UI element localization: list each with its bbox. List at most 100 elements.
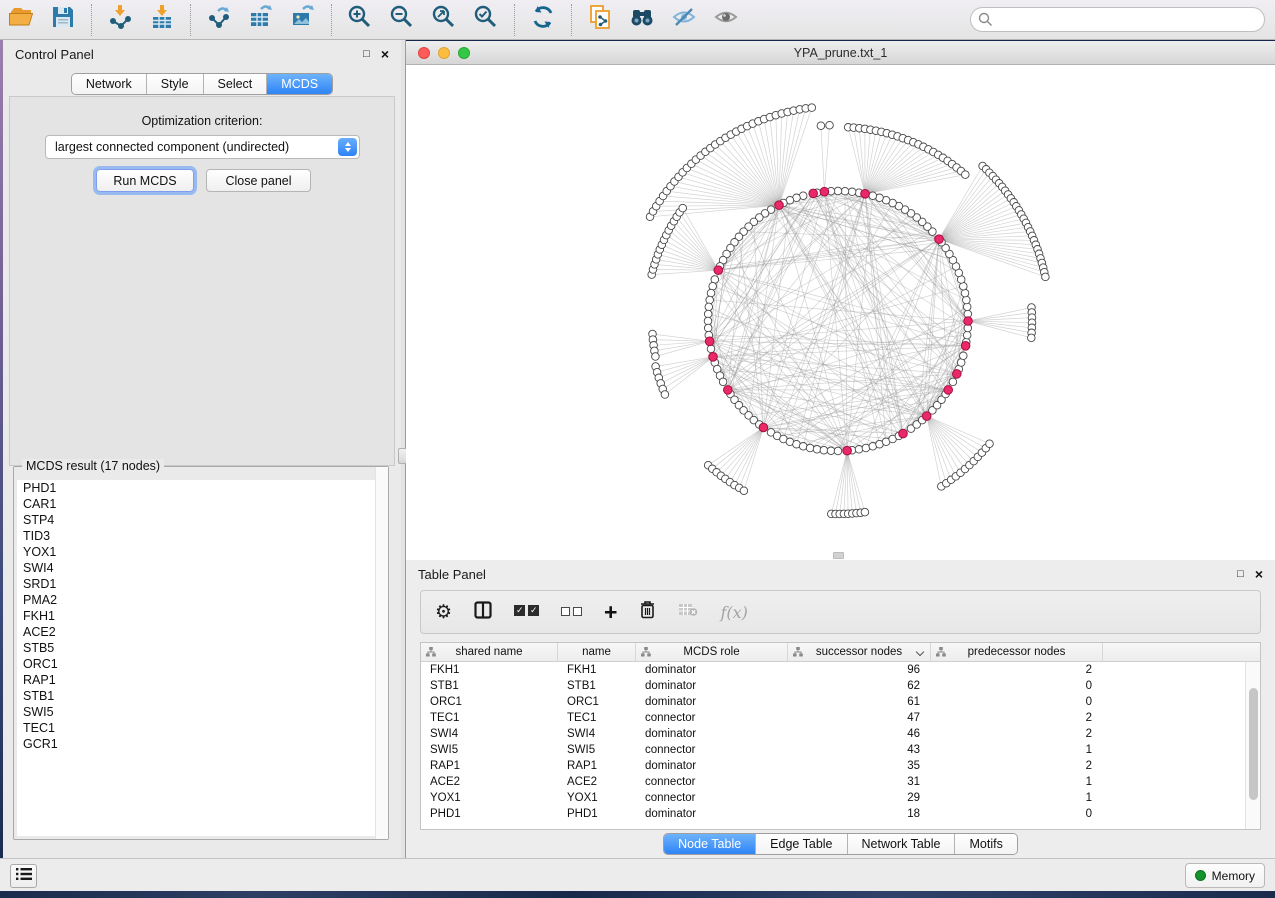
cell-mcds-role[interactable]: dominator <box>636 696 788 708</box>
cell-mcds-role[interactable]: connector <box>636 712 788 724</box>
cell-predecessor-nodes[interactable]: 2 <box>931 728 1103 740</box>
mcds-result-node[interactable]: GCR1 <box>17 736 385 752</box>
cell-successor-nodes[interactable]: 61 <box>788 696 931 708</box>
canvas-splitter-handle[interactable] <box>833 552 844 559</box>
column-header-name[interactable]: name <box>558 643 636 661</box>
cell-mcds-role[interactable]: dominator <box>636 728 788 740</box>
cell-name[interactable]: ACE2 <box>558 776 636 788</box>
mcds-result-node[interactable]: STP4 <box>17 512 385 528</box>
table-panel-tab[interactable]: Edge Table <box>755 834 846 854</box>
mcds-result-node[interactable]: TID3 <box>17 528 385 544</box>
cell-successor-nodes[interactable]: 47 <box>788 712 931 724</box>
cell-successor-nodes[interactable]: 62 <box>788 680 931 692</box>
cell-mcds-role[interactable]: connector <box>636 792 788 804</box>
column-header-predecessor-nodes[interactable]: predecessor nodes <box>931 643 1103 661</box>
table-panel-tab[interactable]: Node Table <box>664 834 755 854</box>
delete-column-button[interactable] <box>639 600 656 624</box>
cell-name[interactable]: SWI4 <box>558 728 636 740</box>
mcds-result-node[interactable]: STB1 <box>17 688 385 704</box>
close-panel-button[interactable]: Close panel <box>206 169 311 192</box>
cell-shared-name[interactable]: SWI4 <box>421 728 558 740</box>
refresh-button[interactable] <box>528 5 558 35</box>
cell-shared-name[interactable]: FKH1 <box>421 664 558 676</box>
mcds-result-node[interactable]: ACE2 <box>17 624 385 640</box>
save-session-button[interactable] <box>48 5 78 35</box>
zoom-out-button[interactable] <box>387 5 417 35</box>
cell-shared-name[interactable]: TEC1 <box>421 712 558 724</box>
cell-predecessor-nodes[interactable]: 0 <box>931 680 1103 692</box>
cell-shared-name[interactable]: ORC1 <box>421 696 558 708</box>
show-hide-graphics-button[interactable] <box>669 5 699 35</box>
float-panel-icon[interactable]: □ <box>363 49 370 60</box>
export-network-button[interactable] <box>204 5 234 35</box>
zoom-selected-button[interactable] <box>471 5 501 35</box>
add-column-button[interactable]: + <box>604 601 617 624</box>
copy-style-button[interactable] <box>585 5 615 35</box>
cell-predecessor-nodes[interactable]: 2 <box>931 712 1103 724</box>
mcds-list-scrollbar[interactable] <box>375 467 388 839</box>
mcds-result-list[interactable]: PHD1CAR1STP4TID3YOX1SWI4SRD1PMA2FKH1ACE2… <box>17 480 385 836</box>
table-panel-tab[interactable]: Network Table <box>847 834 955 854</box>
table-scrollbar-thumb[interactable] <box>1249 688 1258 800</box>
preview-button[interactable] <box>711 5 741 35</box>
cell-successor-nodes[interactable]: 18 <box>788 808 931 820</box>
open-file-button[interactable] <box>6 5 36 35</box>
cell-successor-nodes[interactable]: 29 <box>788 792 931 804</box>
show-panels-button[interactable] <box>10 864 37 888</box>
table-row[interactable]: RAP1 RAP1 dominator 35 2 <box>421 758 1245 774</box>
column-header-shared-name[interactable]: shared name <box>421 643 558 661</box>
cell-mcds-role[interactable]: dominator <box>636 680 788 692</box>
delete-table-button[interactable] <box>678 603 698 622</box>
mcds-result-node[interactable]: YOX1 <box>17 544 385 560</box>
cell-name[interactable]: PHD1 <box>558 808 636 820</box>
cell-successor-nodes[interactable]: 35 <box>788 760 931 772</box>
cell-predecessor-nodes[interactable]: 1 <box>931 792 1103 804</box>
mcds-result-node[interactable]: PMA2 <box>17 592 385 608</box>
table-row[interactable]: PHD1 PHD1 dominator 18 0 <box>421 806 1245 822</box>
run-mcds-button[interactable]: Run MCDS <box>96 169 194 192</box>
close-panel-icon[interactable]: × <box>1255 567 1263 581</box>
mcds-result-node[interactable]: CAR1 <box>17 496 385 512</box>
cell-shared-name[interactable]: STB1 <box>421 680 558 692</box>
cell-name[interactable]: TEC1 <box>558 712 636 724</box>
mcds-result-node[interactable]: ORC1 <box>17 656 385 672</box>
mcds-result-node[interactable]: FKH1 <box>17 608 385 624</box>
mcds-result-node[interactable]: STB5 <box>17 640 385 656</box>
float-panel-icon[interactable]: □ <box>1237 569 1244 580</box>
table-row[interactable]: STB1 STB1 dominator 62 0 <box>421 678 1245 694</box>
cell-name[interactable]: ORC1 <box>558 696 636 708</box>
table-row[interactable]: ACE2 ACE2 connector 31 1 <box>421 774 1245 790</box>
import-table-button[interactable] <box>147 5 177 35</box>
optimization-criterion-select[interactable]: largest connected component (undirected) <box>45 135 360 159</box>
mcds-result-node[interactable]: PHD1 <box>17 480 385 496</box>
cell-mcds-role[interactable]: connector <box>636 744 788 756</box>
cell-shared-name[interactable]: RAP1 <box>421 760 558 772</box>
zoom-in-button[interactable] <box>345 5 375 35</box>
control-panel-tab[interactable]: Network <box>72 74 146 94</box>
table-settings-button[interactable]: ⚙ <box>435 603 452 622</box>
cell-predecessor-nodes[interactable]: 1 <box>931 744 1103 756</box>
export-table-button[interactable] <box>246 5 276 35</box>
control-panel-tab[interactable]: MCDS <box>266 74 332 94</box>
zoom-fit-button[interactable] <box>429 5 459 35</box>
cell-shared-name[interactable]: YOX1 <box>421 792 558 804</box>
network-titlebar[interactable]: YPA_prune.txt_1 <box>406 41 1275 65</box>
table-scrollbar[interactable] <box>1245 662 1260 829</box>
cell-name[interactable]: SWI5 <box>558 744 636 756</box>
close-panel-icon[interactable]: × <box>381 47 389 61</box>
cell-mcds-role[interactable]: connector <box>636 776 788 788</box>
table-row[interactable]: ORC1 ORC1 dominator 61 0 <box>421 694 1245 710</box>
cell-successor-nodes[interactable]: 31 <box>788 776 931 788</box>
mcds-result-node[interactable]: RAP1 <box>17 672 385 688</box>
control-panel-tab[interactable]: Style <box>146 74 203 94</box>
select-all-button[interactable] <box>514 603 539 621</box>
cell-mcds-role[interactable]: dominator <box>636 808 788 820</box>
cell-predecessor-nodes[interactable]: 2 <box>931 664 1103 676</box>
table-row[interactable]: TEC1 TEC1 connector 47 2 <box>421 710 1245 726</box>
mcds-result-node[interactable]: TEC1 <box>17 720 385 736</box>
table-row[interactable]: YOX1 YOX1 connector 29 1 <box>421 790 1245 806</box>
column-header-successor-nodes[interactable]: successor nodes <box>788 643 931 661</box>
cell-successor-nodes[interactable]: 96 <box>788 664 931 676</box>
network-graph[interactable] <box>406 65 1275 560</box>
cell-shared-name[interactable]: SWI5 <box>421 744 558 756</box>
